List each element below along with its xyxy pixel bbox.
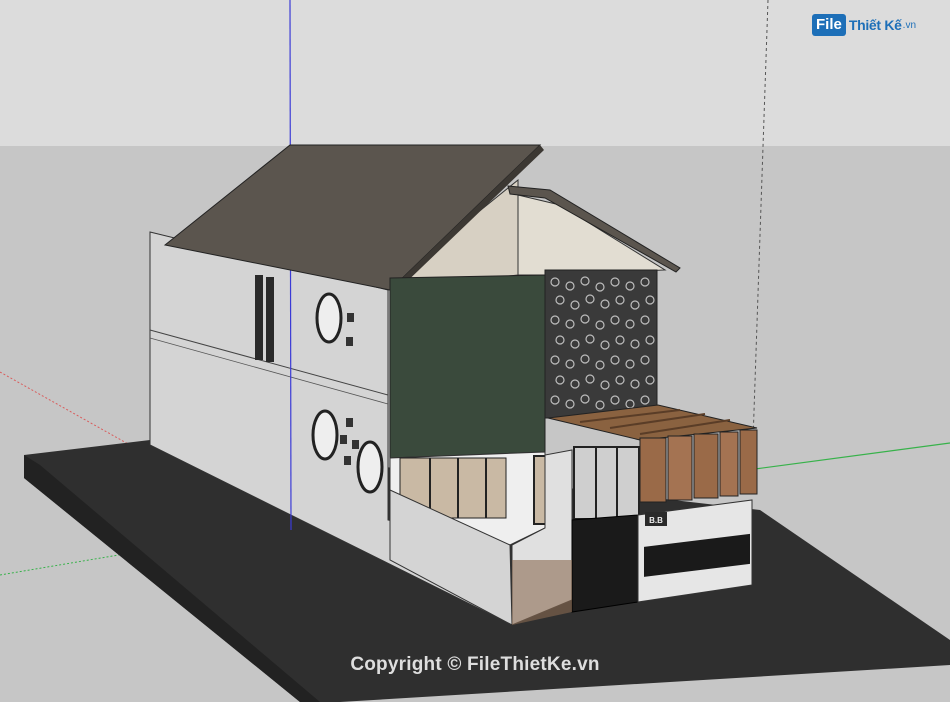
front-gate <box>571 514 639 613</box>
site-logo: File Thiết Kế .vn <box>812 14 916 36</box>
small-window <box>340 435 347 444</box>
small-window <box>347 313 354 322</box>
green-wall-panel <box>389 274 546 459</box>
front-glass-door <box>573 446 640 520</box>
slit-window <box>266 277 274 362</box>
logo-name: Thiết Kế <box>848 17 902 33</box>
round-window <box>315 292 343 344</box>
copyright-watermark: Copyright © FileThietKe.vn <box>350 654 600 675</box>
slit-window <box>255 275 263 360</box>
small-window <box>344 456 351 465</box>
small-window <box>346 418 353 427</box>
round-window <box>311 409 339 461</box>
logo-badge: File <box>812 14 846 36</box>
house-number-text: B.B <box>649 516 663 525</box>
sketchup-model-viewport: B.B <box>0 0 950 702</box>
sky <box>0 0 950 146</box>
small-window <box>352 440 359 449</box>
logo-suffix: .vn <box>902 19 917 31</box>
small-window <box>346 337 353 346</box>
round-window <box>356 440 384 494</box>
